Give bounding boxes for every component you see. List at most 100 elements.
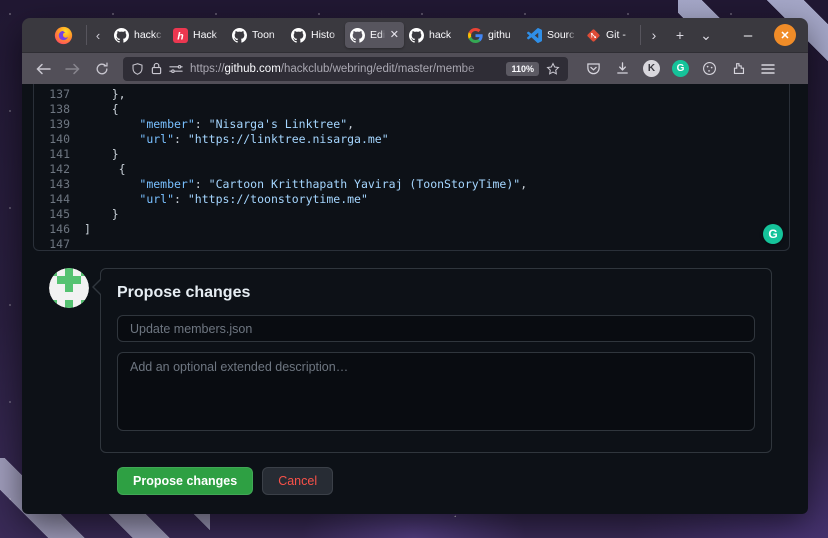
tab-title: hackc: [134, 29, 163, 41]
code-text: "url": "https://toonstorytime.me": [84, 192, 368, 207]
code-line[interactable]: 139 "member": "Nisarga's Linktree",: [34, 117, 789, 132]
tab-title: Toon: [252, 29, 281, 41]
tab-strip: hackc h Hack Toon Histo Edi ✕ hack githu Sourc Git…: [109, 18, 640, 52]
pocket-icon[interactable]: [580, 57, 607, 81]
cookie-extension-icon[interactable]: [696, 57, 723, 81]
downloads-icon[interactable]: [609, 57, 636, 81]
vscode-favicon-icon: [527, 28, 542, 43]
github-edit-page: 137 },138 {139 "member": "Nisarga's Link…: [22, 84, 808, 514]
bookmark-star-icon[interactable]: [546, 62, 560, 76]
hackclub-favicon-icon: h: [173, 28, 188, 43]
code-line[interactable]: 145 }: [34, 207, 789, 222]
code-line[interactable]: 144 "url": "https://toonstorytime.me": [34, 192, 789, 207]
tab-title: hack: [429, 29, 458, 41]
code-text: {: [84, 162, 126, 177]
lock-icon[interactable]: [151, 62, 162, 75]
code-text: "member": "Nisarga's Linktree",: [84, 117, 354, 132]
line-number: 139: [34, 117, 84, 132]
code-text: }: [84, 147, 119, 162]
github-favicon-icon: [350, 28, 365, 43]
browser-tab[interactable]: hackc: [109, 22, 168, 48]
commit-form-box: Propose changes: [100, 268, 772, 453]
navigation-toolbar: https://github.com/hackclub/webring/edit…: [22, 52, 808, 84]
scroll-tabs-right-icon[interactable]: ›: [641, 27, 667, 43]
list-tabs-dropdown-icon[interactable]: ⌄: [693, 27, 719, 44]
grammarly-editor-icon[interactable]: G: [763, 224, 783, 244]
tab-title: Git -: [606, 29, 635, 41]
tab-title: Hack: [193, 29, 222, 41]
tab-title: Edi: [370, 29, 385, 41]
tab-title: Sourc: [547, 29, 576, 41]
tab-bar: ‹ hackc h Hack Toon Histo Edi ✕ hack githu Sourc G…: [22, 18, 808, 52]
reload-icon[interactable]: [88, 57, 115, 81]
window-controls: – ✕: [738, 24, 808, 46]
browser-tab[interactable]: Sourc: [522, 22, 581, 48]
code-text: ]: [84, 222, 91, 237]
propose-changes-button[interactable]: Propose changes: [117, 467, 253, 495]
line-number: 146: [34, 222, 84, 237]
line-number: 142: [34, 162, 84, 177]
code-text: }: [84, 207, 119, 222]
tracking-shield-icon[interactable]: [131, 62, 144, 76]
line-number: 147: [34, 237, 84, 252]
cancel-button[interactable]: Cancel: [262, 467, 333, 495]
scroll-tabs-left-icon[interactable]: ‹: [87, 28, 109, 43]
commit-description-input[interactable]: [117, 352, 755, 431]
commit-actions: Propose changes Cancel: [100, 467, 772, 495]
firefox-icon[interactable]: [54, 26, 73, 45]
tab-title: githu: [488, 29, 517, 41]
github-favicon-icon: [409, 28, 424, 43]
permissions-icon[interactable]: [169, 63, 183, 75]
code-text: },: [84, 87, 126, 102]
commit-form-heading: Propose changes: [117, 284, 755, 302]
grammarly-extension-icon[interactable]: G: [667, 57, 694, 81]
back-icon[interactable]: [30, 57, 57, 81]
minimize-window-button[interactable]: –: [738, 27, 758, 44]
code-line[interactable]: 147: [34, 237, 789, 252]
code-line[interactable]: 143 "member": "Cartoon Kritthapath Yavir…: [34, 177, 789, 192]
code-text: {: [84, 102, 119, 117]
svg-text:h: h: [177, 30, 183, 42]
code-text: "member": "Cartoon Kritthapath Yaviraj (…: [84, 177, 527, 192]
menu-hamburger-icon[interactable]: [754, 57, 781, 81]
line-number: 143: [34, 177, 84, 192]
git-favicon-icon: [586, 28, 601, 43]
browser-tab[interactable]: hack: [404, 22, 463, 48]
browser-tab[interactable]: Git -: [581, 22, 640, 48]
line-number: 140: [34, 132, 84, 147]
commit-title-input[interactable]: [117, 315, 755, 342]
new-tab-button[interactable]: +: [667, 27, 693, 43]
line-number: 138: [34, 102, 84, 117]
github-favicon-icon: [232, 28, 247, 43]
browser-tab[interactable]: Histo: [286, 22, 345, 48]
line-number: 141: [34, 147, 84, 162]
browser-tab[interactable]: h Hack: [168, 22, 227, 48]
code-line[interactable]: 141 }: [34, 147, 789, 162]
code-line[interactable]: 142 {: [34, 162, 789, 177]
code-line[interactable]: 137 },: [34, 87, 789, 102]
url-bar[interactable]: https://github.com/hackclub/webring/edit…: [123, 57, 568, 81]
google-favicon-icon: [468, 28, 483, 43]
code-line[interactable]: 146]: [34, 222, 789, 237]
extensions-puzzle-icon[interactable]: [725, 57, 752, 81]
forward-icon[interactable]: [59, 57, 86, 81]
code-line[interactable]: 138 {: [34, 102, 789, 117]
code-editor[interactable]: 137 },138 {139 "member": "Nisarga's Link…: [33, 84, 790, 251]
tab-close-icon[interactable]: ✕: [390, 30, 399, 41]
line-number: 144: [34, 192, 84, 207]
github-favicon-icon: [114, 28, 129, 43]
commit-form-section: Propose changes Propose changes Cancel: [49, 268, 772, 495]
line-number: 145: [34, 207, 84, 222]
tab-title: Histo: [311, 29, 340, 41]
code-text: "url": "https://linktree.nisarga.me": [84, 132, 389, 147]
browser-window: ‹ hackc h Hack Toon Histo Edi ✕ hack githu Sourc G…: [22, 18, 808, 514]
code-line[interactable]: 140 "url": "https://linktree.nisarga.me": [34, 132, 789, 147]
account-extension-icon[interactable]: K: [638, 57, 665, 81]
github-favicon-icon: [291, 28, 306, 43]
zoom-level-badge[interactable]: 110%: [506, 62, 539, 76]
browser-tab[interactable]: Toon: [227, 22, 286, 48]
browser-tab[interactable]: githu: [463, 22, 522, 48]
close-window-button[interactable]: ✕: [774, 24, 796, 46]
browser-tab-active[interactable]: Edi ✕: [345, 22, 404, 48]
url-text[interactable]: https://github.com/hackclub/webring/edit…: [190, 63, 499, 75]
